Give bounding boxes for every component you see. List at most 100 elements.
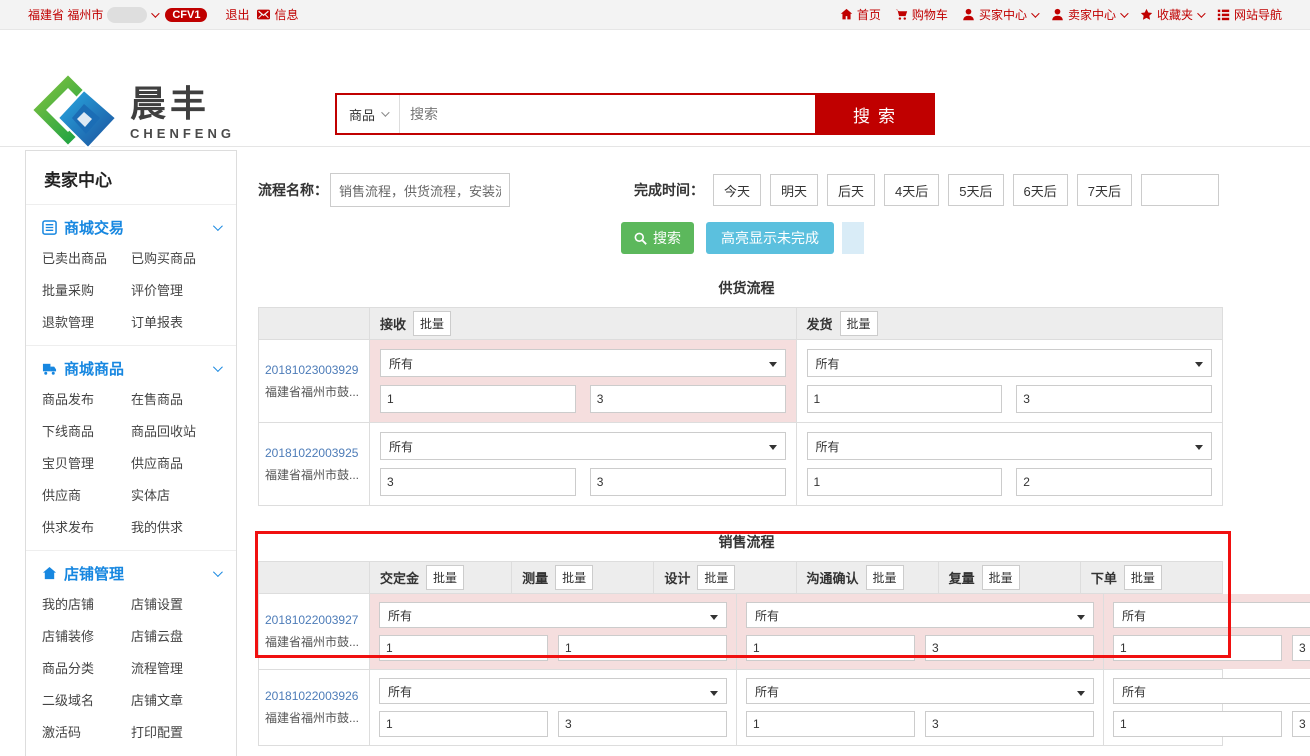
sidebar-item[interactable]: 商品发布 bbox=[42, 389, 131, 408]
sidebar-item[interactable]: 宝贝管理 bbox=[42, 453, 131, 472]
value-input[interactable] bbox=[380, 468, 576, 496]
value-input[interactable] bbox=[558, 635, 727, 661]
sidebar-item[interactable]: 在售商品 bbox=[131, 389, 220, 408]
value-input[interactable] bbox=[1292, 711, 1310, 737]
sidebar-item[interactable]: 店铺文章 bbox=[131, 690, 220, 709]
section-header-goods[interactable]: 商城商品 bbox=[42, 358, 220, 379]
order-id-link[interactable]: 20181022003925 bbox=[265, 446, 363, 460]
status-select[interactable]: 所有 bbox=[1113, 602, 1310, 628]
sidebar-item[interactable]: 实体店 bbox=[131, 485, 220, 504]
sidebar-item[interactable]: 下线商品 bbox=[42, 421, 131, 440]
time-button-today[interactable]: 今天 bbox=[713, 174, 761, 206]
batch-button[interactable]: 批量 bbox=[426, 565, 464, 590]
order-id-link[interactable]: 20181022003927 bbox=[265, 613, 363, 627]
value-input[interactable] bbox=[558, 711, 727, 737]
sidebar-item[interactable]: 评价管理 bbox=[131, 280, 220, 299]
batch-button[interactable]: 批量 bbox=[866, 565, 904, 590]
sidebar-section-trade: 商城交易 已卖出商品 已购买商品 批量采购 评价管理 退款管理 订单报表 bbox=[26, 205, 236, 346]
sidebar-item[interactable]: 激活码 bbox=[42, 722, 131, 741]
flow-name-input[interactable] bbox=[330, 173, 510, 207]
time-button-6days[interactable]: 6天后 bbox=[1013, 174, 1068, 206]
status-select[interactable]: 所有 bbox=[807, 432, 1213, 460]
message-link[interactable]: 信息 bbox=[257, 6, 298, 23]
sidebar-item[interactable]: 我的供求 bbox=[131, 517, 220, 536]
value-input[interactable] bbox=[590, 468, 786, 496]
order-id-link[interactable]: 20181023003929 bbox=[265, 363, 363, 377]
sidebar-item[interactable]: 商品回收站 bbox=[131, 421, 220, 440]
sidebar-item[interactable]: 店铺装修 bbox=[42, 626, 131, 645]
sidebar-item[interactable]: 供应商品 bbox=[131, 453, 220, 472]
status-select[interactable]: 所有 bbox=[746, 678, 1094, 704]
header-receive: 接收 批量 bbox=[369, 308, 796, 339]
value-input[interactable] bbox=[379, 711, 548, 737]
sidebar-item[interactable]: 店铺云盘 bbox=[131, 626, 220, 645]
status-select[interactable]: 所有 bbox=[746, 602, 1094, 628]
batch-button[interactable]: 批量 bbox=[840, 311, 878, 336]
nav-favorites[interactable]: 收藏夹 bbox=[1140, 6, 1203, 23]
chevron-down-icon bbox=[1120, 9, 1128, 17]
section-header-trade[interactable]: 商城交易 bbox=[42, 217, 220, 238]
value-input[interactable] bbox=[379, 635, 548, 661]
batch-button[interactable]: 批量 bbox=[982, 565, 1020, 590]
nav-buyer-center[interactable]: 买家中心 bbox=[962, 6, 1037, 23]
sidebar-item[interactable]: 已购买商品 bbox=[131, 248, 220, 267]
highlight-incomplete-button[interactable]: 高亮显示未完成 bbox=[706, 222, 834, 254]
sidebar-item[interactable]: 订单报表 bbox=[131, 312, 220, 331]
search-button[interactable]: 搜索 bbox=[815, 95, 933, 133]
nav-seller-center[interactable]: 卖家中心 bbox=[1051, 6, 1126, 23]
value-input[interactable] bbox=[746, 635, 915, 661]
sidebar-item[interactable]: 二级域名 bbox=[42, 690, 131, 709]
sidebar-item[interactable]: 退款管理 bbox=[42, 312, 131, 331]
batch-button[interactable]: 批量 bbox=[1124, 565, 1162, 590]
status-select[interactable]: 所有 bbox=[1113, 678, 1310, 704]
logout-link[interactable]: 退出 bbox=[225, 6, 249, 23]
status-select[interactable]: 所有 bbox=[380, 349, 786, 377]
sidebar-item[interactable]: 流程管理 bbox=[131, 658, 220, 677]
search-category-select[interactable]: 商品 bbox=[337, 95, 400, 133]
value-input[interactable] bbox=[925, 711, 1094, 737]
time-button-day-after[interactable]: 后天 bbox=[827, 174, 875, 206]
sidebar-item[interactable]: 我的店铺 bbox=[42, 594, 131, 613]
nav-home[interactable]: 首页 bbox=[840, 6, 881, 23]
status-select[interactable]: 所有 bbox=[380, 432, 786, 460]
batch-button[interactable]: 批量 bbox=[413, 311, 451, 336]
search-input[interactable] bbox=[400, 95, 815, 133]
status-select[interactable]: 所有 bbox=[807, 349, 1213, 377]
value-input[interactable] bbox=[1113, 711, 1282, 737]
value-input[interactable] bbox=[807, 385, 1003, 413]
time-button-4days[interactable]: 4天后 bbox=[884, 174, 939, 206]
sidebar-item[interactable]: 店铺设置 bbox=[131, 594, 220, 613]
sidebar-item[interactable]: 供求发布 bbox=[42, 517, 131, 536]
time-button-5days[interactable]: 5天后 bbox=[948, 174, 1003, 206]
batch-button[interactable]: 批量 bbox=[697, 565, 735, 590]
completion-date-input[interactable] bbox=[1141, 174, 1219, 206]
value-input[interactable] bbox=[746, 711, 915, 737]
value-input[interactable] bbox=[1292, 635, 1310, 661]
region-selector[interactable]: 福建省 福州市 bbox=[28, 6, 157, 23]
sidebar-item[interactable]: 打印配置 bbox=[131, 722, 220, 741]
highlight-color-swatch[interactable] bbox=[842, 222, 864, 254]
value-input[interactable] bbox=[1113, 635, 1282, 661]
value-input[interactable] bbox=[1016, 385, 1212, 413]
section-header-shop[interactable]: 店铺管理 bbox=[42, 563, 220, 584]
sidebar-item[interactable]: 已卖出商品 bbox=[42, 248, 131, 267]
flow-search-button[interactable]: 搜索 bbox=[621, 222, 694, 254]
time-button-7days[interactable]: 7天后 bbox=[1077, 174, 1132, 206]
value-input[interactable] bbox=[590, 385, 786, 413]
value-input[interactable] bbox=[925, 635, 1094, 661]
sidebar-item[interactable]: 批量采购 bbox=[42, 280, 131, 299]
status-select[interactable]: 所有 bbox=[379, 678, 727, 704]
order-id-link[interactable]: 20181022003926 bbox=[265, 689, 363, 703]
value-input[interactable] bbox=[1016, 468, 1212, 496]
batch-button[interactable]: 批量 bbox=[555, 565, 593, 590]
time-button-tomorrow[interactable]: 明天 bbox=[770, 174, 818, 206]
nav-cart[interactable]: 购物车 bbox=[895, 6, 948, 23]
value-input[interactable] bbox=[380, 385, 576, 413]
value-input[interactable] bbox=[807, 468, 1003, 496]
status-select[interactable]: 所有 bbox=[379, 602, 727, 628]
nav-site-map[interactable]: 网站导航 bbox=[1217, 6, 1282, 23]
sidebar-item[interactable]: 商品分类 bbox=[42, 658, 131, 677]
sidebar-item[interactable]: 供应商 bbox=[42, 485, 131, 504]
caret-down-icon bbox=[1195, 445, 1203, 450]
site-logo: 晨丰 CHENFENG bbox=[28, 72, 235, 154]
